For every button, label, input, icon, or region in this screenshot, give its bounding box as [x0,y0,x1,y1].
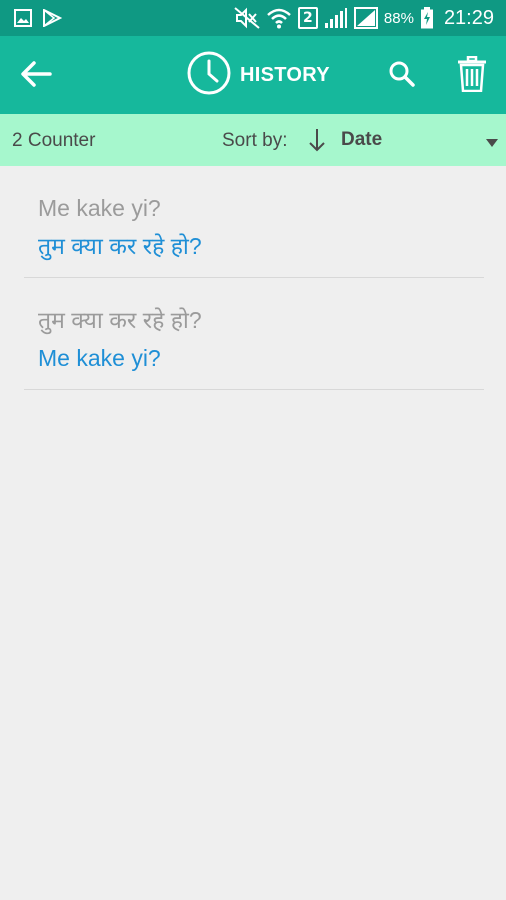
play-store-icon [42,9,62,27]
clock-time: 21:29 [443,6,494,29]
search-button[interactable] [386,60,418,92]
signal-icon [353,7,378,29]
wifi-icon [266,7,292,29]
history-counter: 2 Counter [12,130,96,151]
sort-select[interactable]: Date [341,129,382,151]
trash-icon [457,55,487,96]
translation-text: तुम क्या कर रहे हो? [38,233,202,259]
sort-by-label: Sort by: [222,130,288,151]
sort-direction-icon[interactable] [306,126,328,154]
mute-icon [234,7,260,29]
clock-icon [186,50,232,100]
signal-icon [324,7,348,29]
battery-percent: 88% [383,9,414,27]
list-item[interactable]: तुम क्या कर रहे हो? Me kake yi? [24,278,484,390]
list-item[interactable]: Me kake yi? तुम क्या कर रहे हो? [24,166,484,278]
battery-charging-icon [420,7,434,29]
title-group: HISTORY [186,50,330,100]
chevron-down-icon[interactable] [484,134,500,147]
back-button[interactable] [18,58,54,94]
app-bar: HISTORY [0,36,506,114]
status-bar: 2 88% 21:29 [0,0,506,36]
search-icon [388,60,416,92]
history-list: Me kake yi? तुम क्या कर रहे हो? तुम क्या… [0,166,506,390]
source-text: तुम क्या कर रहे हो? [38,307,202,333]
source-text: Me kake yi? [38,195,161,221]
translation-text: Me kake yi? [38,345,161,371]
sim-icon: 2 [297,7,318,29]
sort-bar: 2 Counter Sort by: Date [0,114,506,166]
gallery-icon [14,9,32,27]
back-arrow-icon [20,60,52,92]
delete-history-button[interactable] [454,55,490,96]
page-title: HISTORY [240,63,330,86]
